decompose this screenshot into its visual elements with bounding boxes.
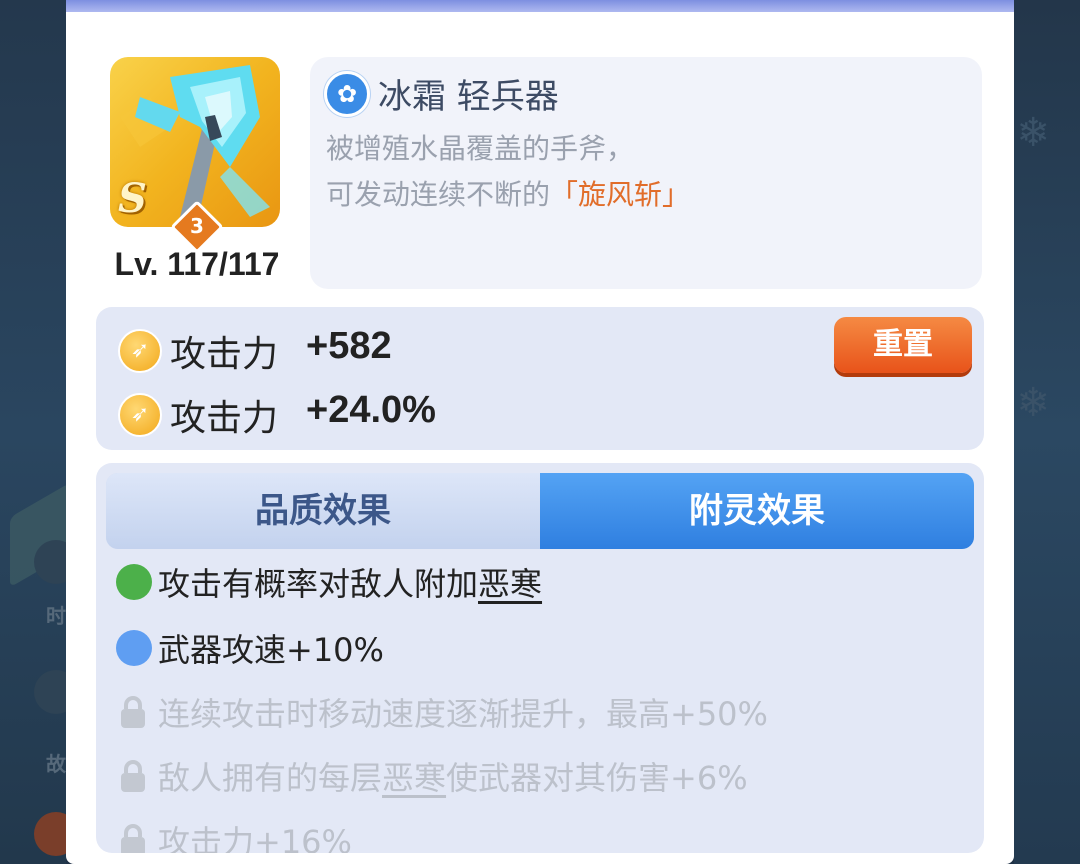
stats-card: ➶ 攻击力 +582 ➶ 攻击力 +24.0% 重置	[96, 307, 984, 450]
description-line-2: 可发动连续不断的「旋风斩」	[326, 173, 690, 213]
effect-text: 连续攻击时移动速度逐渐提升，最高+50%	[158, 695, 768, 733]
effect-text-main: 攻击有概率对敌人附加	[158, 565, 479, 603]
background-side-label-1: 时	[46, 604, 66, 628]
attack-icon: ➶	[118, 329, 162, 373]
green-dot-icon	[116, 564, 152, 600]
background-left	[0, 0, 66, 864]
lock-icon	[121, 824, 145, 853]
effect-text: 攻击有概率对敌人附加恶寒	[158, 559, 542, 605]
rank-letter: S	[118, 175, 147, 222]
blue-dot-icon	[116, 630, 152, 666]
stat-value: +582	[306, 325, 392, 367]
effect-text: 武器攻速+10%	[158, 631, 384, 669]
keyword-link[interactable]: 恶寒	[478, 565, 542, 603]
snowflake-icon: ❄	[1016, 110, 1050, 156]
description-line-1: 被增殖水晶覆盖的手斧，	[326, 132, 635, 165]
weapon-description-card: ✿ 冰霜 轻兵器 被增殖水晶覆盖的手斧， 可发动连续不断的「旋风斩」	[310, 57, 982, 289]
attack-icon: ➶	[118, 393, 162, 437]
effects-tab-bar: 品质效果 附灵效果	[106, 473, 974, 549]
reset-button[interactable]: 重置	[834, 317, 972, 373]
stat-label: 攻击力	[170, 334, 279, 375]
effect-text: 敌人拥有的每层恶寒使武器对其伤害+6%	[158, 753, 748, 799]
panel-header-strip	[66, 0, 1014, 12]
weapon-name: 冰霜 轻兵器	[378, 77, 559, 117]
snowflake-icon: ❄	[1016, 380, 1050, 426]
lock-icon	[121, 696, 145, 728]
effect-text-main: 敌人拥有的每层	[158, 759, 383, 797]
skill-name-highlight: 「旋风斩」	[550, 178, 691, 211]
snowflake-icon: ✿	[324, 71, 370, 117]
weapon-detail-panel: S 3 Lv. 117/117 ✿ 冰霜 轻兵器 被增殖水晶覆盖的手斧， 可发动…	[66, 0, 1014, 864]
effect-text-suffix: 使武器对其伤害+6%	[446, 759, 748, 797]
lock-icon	[121, 760, 145, 792]
tab-quality-effects[interactable]: 品质效果	[106, 473, 540, 549]
effects-card: 品质效果 附灵效果 攻击有概率对敌人附加恶寒 武器攻速+10% 连续攻击时移动速…	[96, 463, 984, 853]
stat-label: 攻击力	[170, 398, 279, 439]
description-line-2-text: 可发动连续不断的	[326, 178, 551, 211]
stat-value: +24.0%	[306, 389, 436, 431]
keyword-link[interactable]: 恶寒	[382, 759, 446, 797]
weapon-level: Lv. 117/117	[114, 246, 280, 282]
background-side-label-2: 故	[46, 752, 66, 776]
tab-enchant-effects[interactable]: 附灵效果	[540, 473, 974, 549]
effect-text: 攻击力+16%	[158, 823, 352, 853]
star-level-number: 3	[190, 214, 204, 238]
